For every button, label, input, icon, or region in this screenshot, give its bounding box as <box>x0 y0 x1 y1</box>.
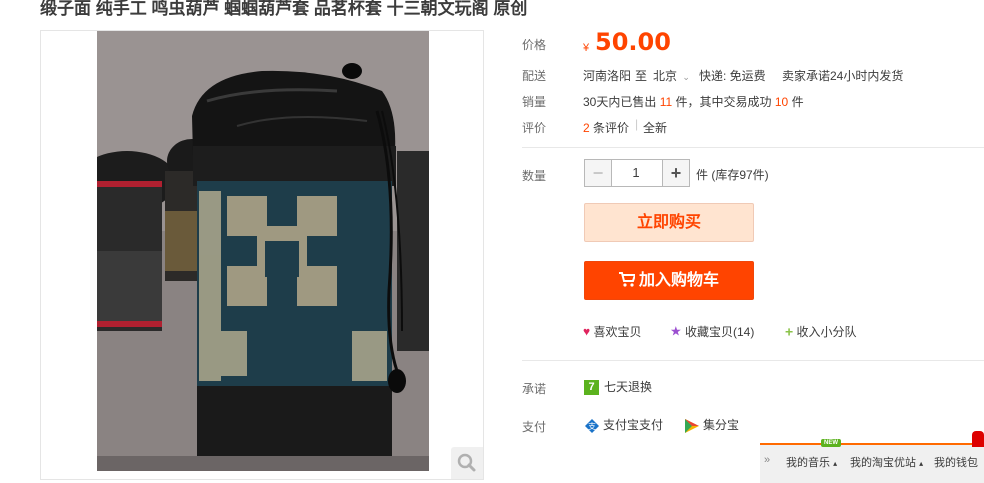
plus-icon: + <box>785 323 794 340</box>
product-gallery[interactable] <box>40 30 484 480</box>
shipping-promise: 卖家承诺24小时内发货 <box>782 69 904 83</box>
alipay-icon: 支 <box>584 418 600 434</box>
notification-badge[interactable] <box>972 431 984 447</box>
shipping-to-word: 至 <box>635 69 648 83</box>
divider-top <box>522 147 984 148</box>
heart-icon: ♥ <box>583 324 591 339</box>
buy-now-button[interactable]: 立即购买 <box>584 203 754 242</box>
product-photo[interactable] <box>97 31 429 471</box>
jifenbao-label: 集分宝 <box>703 418 740 432</box>
seven-day-badge-icon: 7 <box>584 380 599 396</box>
seven-day-return[interactable]: 7 七天退换 <box>584 378 653 396</box>
add-to-cart-button[interactable]: 加入购物车 <box>584 261 754 300</box>
reviews-label: 评价 <box>522 121 547 135</box>
add-team-label: 收入小分队 <box>796 325 857 339</box>
sales-sold-count: 11 <box>659 95 673 109</box>
jifenbao-payment[interactable]: 集分宝 <box>684 416 739 434</box>
my-wallet-link[interactable]: 我的钱包 <box>934 454 978 470</box>
divider-bottom <box>522 360 984 361</box>
jifenbao-icon <box>684 418 700 434</box>
cart-icon <box>618 264 637 301</box>
payment-label: 支付 <box>522 420 547 434</box>
price-amount: 50.00 <box>595 28 671 56</box>
chevron-down-icon: ⌄ <box>682 72 690 82</box>
add-to-cart-label: 加入购物车 <box>638 272 719 289</box>
sales-prefix: 30天内已售出 <box>583 95 657 109</box>
quantity-stepper[interactable]: − + <box>584 159 690 187</box>
favorite-button[interactable]: ★ 收藏宝贝(14) <box>670 323 754 340</box>
sales-unit2: 件 <box>791 95 804 109</box>
reviews-count: 2 <box>583 121 590 135</box>
sales-unit1: 件，其中交易成功 <box>675 95 772 109</box>
quantity-input[interactable] <box>612 160 660 186</box>
shipping-method: 快递: 免运费 <box>699 69 766 83</box>
zoom-icon[interactable] <box>451 447 483 479</box>
currency-symbol: ¥ <box>583 42 590 54</box>
collapse-icon[interactable]: » <box>764 454 770 466</box>
promise-label: 承诺 <box>522 382 547 396</box>
like-button[interactable]: ♥ 喜欢宝贝 <box>583 323 641 340</box>
my-music-link[interactable]: 我的音乐 ▴ <box>786 454 837 470</box>
product-photo-illustration <box>97 31 429 471</box>
sales-success-count: 10 <box>774 95 789 109</box>
new-badge: NEW <box>821 439 841 447</box>
add-team-button[interactable]: + 收入小分队 <box>785 323 857 340</box>
quantity-label: 数量 <box>522 169 547 183</box>
shipping-from: 河南洛阳 <box>583 69 632 83</box>
sales-label: 销量 <box>522 95 547 109</box>
sales-info: 30天内已售出 11 件，其中交易成功 10 件 <box>583 93 804 110</box>
bottom-toolbar: » NEW 我的音乐 ▴ 我的淘宝优站 ▴ 我的钱包 <box>760 431 984 483</box>
shipping-destination-select[interactable]: 北京 ⌄ <box>653 67 690 84</box>
quantity-increase-button[interactable]: + <box>662 160 689 186</box>
favorite-label: 收藏宝贝(14) <box>685 325 755 339</box>
shipping-label: 配送 <box>522 69 547 83</box>
item-condition: 全新 <box>643 121 668 135</box>
reviews-link[interactable]: 2 条评价 <box>583 119 629 136</box>
stock-text: 件 (库存97件) <box>696 168 769 182</box>
quantity-decrease-button[interactable]: − <box>585 160 612 186</box>
seven-day-text: 七天退换 <box>604 380 653 394</box>
shipping-destination: 北京 <box>653 69 678 83</box>
svg-text:支: 支 <box>588 421 596 431</box>
like-label: 喜欢宝贝 <box>593 325 642 339</box>
my-taobao-link[interactable]: 我的淘宝优站 ▴ <box>850 454 923 470</box>
price-label: 价格 <box>522 38 547 52</box>
reviews-count-suffix: 条评价 <box>593 121 630 135</box>
reviews-divider: | <box>635 117 639 131</box>
alipay-label: 支付宝支付 <box>603 418 664 432</box>
star-icon: ★ <box>670 323 682 339</box>
alipay-payment[interactable]: 支 支付宝支付 <box>584 416 663 434</box>
product-title: 缎子面 纯手工 鸣虫葫芦 蝈蝈葫芦套 品茗杯套 十三朝文玩阁 原创 <box>40 0 528 18</box>
